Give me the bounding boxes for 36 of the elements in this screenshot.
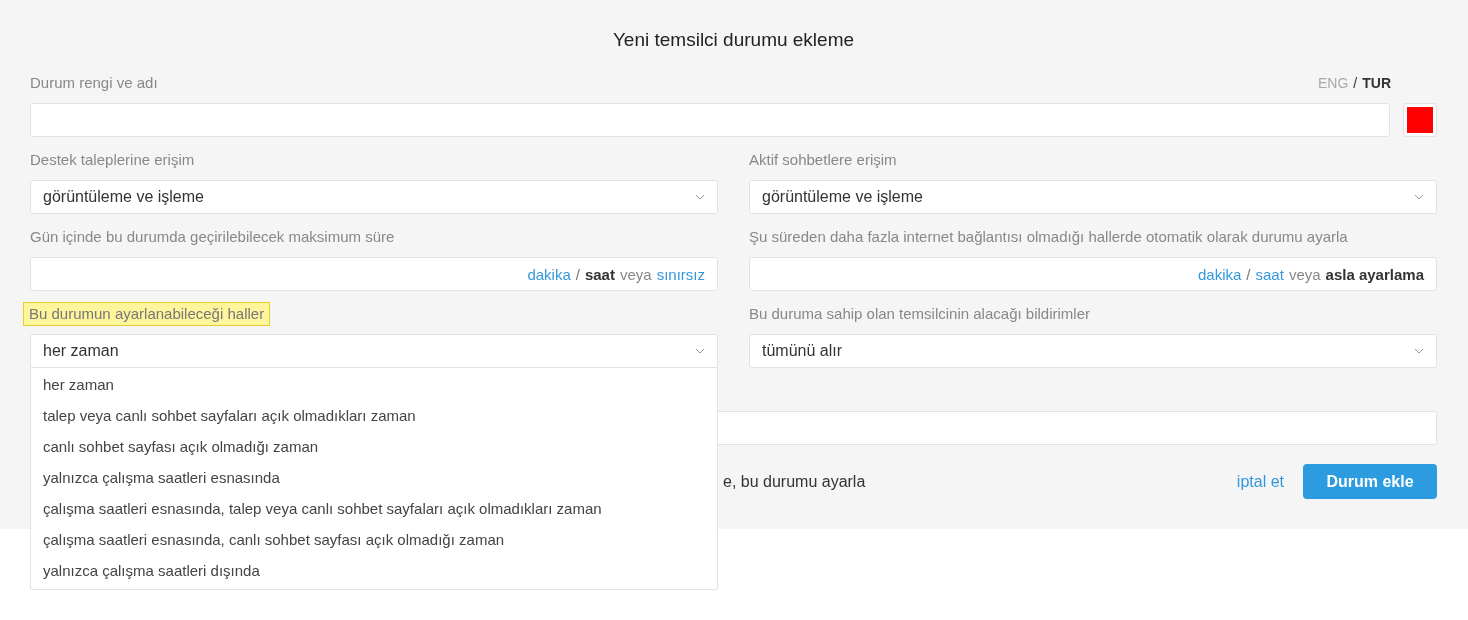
dropdown-option[interactable]: talep veya canlı sohbet sayfaları açık olmadıkları zaman [31, 400, 717, 431]
unit-connector-text: veya [619, 265, 652, 283]
field-label: Aktif sohbetlere erişim [749, 150, 897, 170]
field-label: Şu süreden daha fazla internet bağlantısı olmadığı hallerde otomatik olarak durumu ayarla [749, 227, 1348, 247]
dropdown-select[interactable]: görüntüleme ve işleme [749, 180, 1437, 214]
field-label: Bu duruma sahip olan temsilcinin alacağı bildirimler [749, 304, 1090, 324]
highlighted-field-label: Bu durumun ayarlanabileceği haller [23, 302, 271, 326]
unit-link[interactable]: asla ayarlama [1325, 265, 1424, 283]
chevron-down-icon [695, 194, 705, 200]
chevron-down-icon [1414, 194, 1424, 200]
name-input-field[interactable] [30, 103, 1390, 137]
dropdown-select[interactable]: tümünü alır [749, 334, 1437, 368]
duration-input-field[interactable]: dakika / saat veya sınırsız [30, 257, 718, 291]
language-link[interactable]: TUR [1362, 75, 1391, 91]
unit-separator: / [1246, 265, 1251, 283]
dropdown-option[interactable]: her zaman [31, 369, 717, 400]
unit-connector-text: veya [1288, 265, 1321, 283]
option-text: e, bu durumu ayarla [723, 472, 867, 491]
unit-separator: / [575, 265, 580, 283]
field-label: Durum rengi ve adı [30, 73, 158, 93]
dropdown-option[interactable]: yalnızca çalışma saatleri dışında [31, 555, 717, 586]
dropdown-select[interactable]: her zaman [30, 334, 718, 368]
dropdown-option[interactable]: çalışma saatleri esnasında, talep veya canlı sohbet sayfaları açık olmadıkları zaman [31, 493, 717, 524]
unit-link[interactable]: saat [584, 265, 615, 283]
dropdown-option[interactable]: canlı sohbet sayfası açık olmadığı zaman [31, 431, 717, 462]
duration-input-field[interactable]: dakika / saat veya asla ayarlama [749, 257, 1437, 291]
color-picker[interactable] [1403, 103, 1437, 137]
dropdown-option[interactable]: çalışma saatleri esnasında, canlı sohbet sayfası açık olmadığı zaman [31, 524, 717, 555]
dropdown-option[interactable]: yalnızca çalışma saatleri esnasında [31, 462, 717, 493]
dialog-title: Yeni temsilci durumu ekleme [611, 28, 856, 52]
chevron-down-icon [695, 348, 705, 354]
field-label: Destek taleplerine erişim [30, 150, 195, 170]
language-separator: / [1353, 75, 1358, 91]
chevron-down-icon [1414, 348, 1424, 354]
dropdown-select[interactable]: görüntüleme ve işleme [30, 180, 718, 214]
field-label: Gün içinde bu durumda geçirilebilecek maksimum süre [30, 227, 395, 247]
